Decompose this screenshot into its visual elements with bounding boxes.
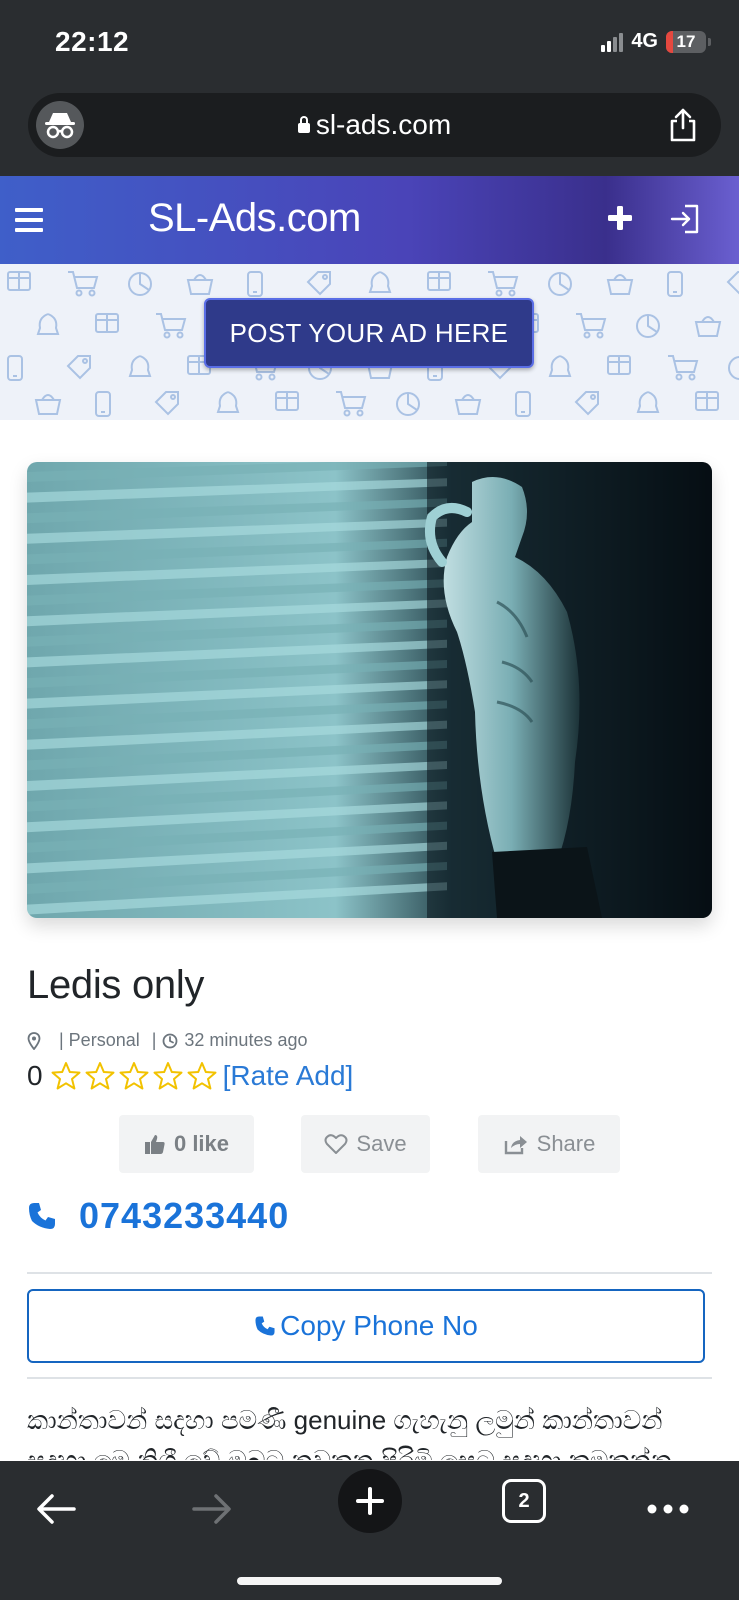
new-tab-plus-icon[interactable]: [338, 1469, 402, 1533]
star-icon[interactable]: [51, 1061, 81, 1091]
star-icon[interactable]: [187, 1061, 217, 1091]
divider: [27, 1272, 712, 1274]
hamburger-menu-icon[interactable]: [15, 208, 43, 232]
home-indicator: [237, 1577, 502, 1585]
share-arrow-icon: [504, 1136, 527, 1155]
save-label: Save: [356, 1131, 407, 1156]
posted-time: 32 minutes ago: [184, 1030, 308, 1050]
url-text: sl-ads.com: [315, 109, 452, 140]
status-time: 22:12: [55, 26, 130, 57]
phone-number-row[interactable]: 0743233440: [27, 1195, 289, 1237]
tab-switcher-button[interactable]: 2: [502, 1479, 546, 1523]
clock-icon: [163, 1033, 178, 1048]
star-rating[interactable]: [51, 1061, 217, 1091]
lock-icon: [297, 116, 310, 133]
site-header: SL-Ads.com: [0, 176, 739, 264]
save-button[interactable]: Save: [301, 1115, 430, 1173]
ad-photo[interactable]: [27, 462, 712, 918]
like-button[interactable]: 0 like: [119, 1115, 254, 1173]
status-bar: 22:12 4G 17: [0, 0, 739, 90]
share-label: Share: [536, 1131, 596, 1156]
battery-level: 17: [676, 31, 696, 51]
rating-row: 0 [Rate Add]: [27, 1060, 353, 1092]
promo-banner: POST YOUR AD HERE: [0, 264, 739, 420]
add-ad-plus-icon[interactable]: [606, 204, 634, 232]
ad-meta: | Personal | 32 minutes ago: [27, 1030, 308, 1051]
heart-icon: [324, 1134, 348, 1154]
share-button[interactable]: Share: [478, 1115, 620, 1173]
phone-icon: [255, 1316, 275, 1336]
battery-icon: 17: [666, 30, 711, 53]
more-dots-icon[interactable]: [640, 1481, 696, 1537]
copy-phone-button[interactable]: Copy Phone No: [27, 1289, 705, 1363]
star-icon[interactable]: [85, 1061, 115, 1091]
share-icon[interactable]: [665, 107, 701, 143]
copy-phone-label: Copy Phone No: [280, 1310, 478, 1341]
network-type: 4G: [631, 30, 658, 52]
url-field[interactable]: sl-ads.com: [28, 93, 721, 157]
phone-number[interactable]: 0743233440: [79, 1195, 289, 1237]
forward-arrow-icon[interactable]: [184, 1481, 240, 1537]
ad-description: කාන්තාවන් සදහා පමණී genuine ගැහැනු ලමුන්…: [27, 1405, 672, 1460]
status-indicators: 4G 17: [601, 30, 711, 53]
ad-actions: 0 like Save Share: [0, 1115, 739, 1173]
location-pin-icon: [27, 1031, 41, 1050]
signal-icon: [601, 32, 624, 52]
like-count: 0 like: [173, 1131, 230, 1156]
site-title[interactable]: SL-Ads.com: [148, 196, 361, 241]
phone-icon: [29, 1203, 55, 1229]
ad-category[interactable]: | Personal: [59, 1030, 140, 1051]
post-ad-button[interactable]: POST YOUR AD HERE: [204, 298, 534, 368]
rating-value: 0: [27, 1060, 43, 1091]
back-arrow-icon[interactable]: [28, 1481, 84, 1537]
divider: [27, 1377, 712, 1379]
login-icon[interactable]: [668, 202, 702, 236]
star-icon[interactable]: [153, 1061, 183, 1091]
meta-separator: |: [151, 1030, 157, 1050]
thumbs-up-icon: [144, 1135, 165, 1154]
star-icon[interactable]: [119, 1061, 149, 1091]
rate-ad-link[interactable]: [Rate Add]: [223, 1060, 354, 1092]
browser-address-bar: sl-ads.com: [0, 90, 739, 176]
ad-title: Ledis only: [27, 963, 205, 1007]
